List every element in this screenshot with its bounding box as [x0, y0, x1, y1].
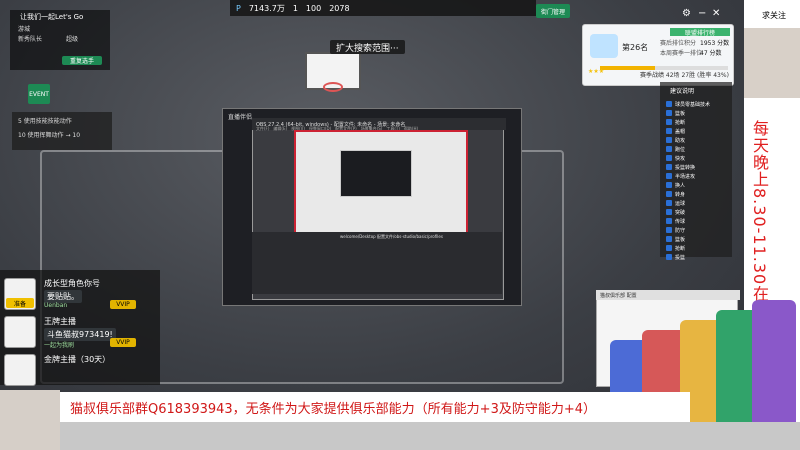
- chat-name: 王牌主播: [44, 317, 76, 326]
- chat-name: 成长型角色你号: [44, 279, 100, 288]
- club-manage-button[interactable]: 街门管理: [536, 4, 570, 18]
- event-list-title: 建议说明: [670, 88, 695, 95]
- resource-bar: P 7143.7万 1 100 2078: [230, 0, 536, 16]
- coins-value: 7143.7万: [248, 3, 285, 13]
- chat-name: 金牌主播（30天）: [44, 355, 111, 364]
- close-icon[interactable]: ✕: [712, 8, 722, 19]
- event-item[interactable]: 投篮: [660, 251, 738, 263]
- rank-stat-2-value: 47 分数: [700, 50, 722, 57]
- cat-photo-left: [0, 390, 60, 450]
- repeat-player-button[interactable]: 重复选手: [62, 56, 102, 65]
- event-button[interactable]: EVENT: [28, 84, 50, 104]
- label-2: 新秀队长: [18, 36, 43, 43]
- vip-badge: VVIP: [110, 300, 136, 309]
- vip-badge: VVIP: [110, 338, 136, 347]
- value-2: 1: [292, 3, 298, 13]
- label-1: 游城: [18, 26, 31, 33]
- chat-avatar: [4, 354, 36, 386]
- ready-badge: 准备: [6, 298, 34, 308]
- value-4: 2078: [329, 3, 350, 13]
- greeting: 让我们一起Let's Go: [20, 13, 84, 21]
- skill-line-2: 10 使用挥舞动作 → 10: [18, 132, 81, 139]
- recording-window-title: 直播伴侣: [228, 114, 253, 121]
- obs-path: welcome/Desktop 配置文件/obs-studio/basic/pr…: [340, 234, 443, 239]
- rank-label: 第26名: [622, 43, 649, 52]
- rank-footer: 赛季战绩 42场 27胜 (胜率 43%): [640, 72, 729, 79]
- rank-badge-icon: [590, 34, 618, 58]
- chat-avatar: [4, 316, 36, 348]
- obs-controls: [252, 232, 502, 294]
- rank-stat-1-value: 1953 分数: [700, 40, 730, 47]
- club-banner: 猫叔俱乐部群Q618393943，无条件为大家提供俱乐部能力（所有能力+3及防守…: [60, 392, 690, 422]
- rank-stat-2: 本周赛季一排位: [660, 50, 703, 57]
- basketball-rim: [323, 82, 343, 92]
- config-window-title: 猫叔俱乐部 配置: [596, 290, 740, 300]
- event-dot-icon: [666, 254, 672, 260]
- search-range-hint: 扩大搜索范围···: [330, 40, 405, 54]
- menu-file[interactable]: 文件(F): [256, 126, 269, 132]
- label-3: 超级: [66, 36, 79, 43]
- cat-photo-right: [744, 28, 800, 98]
- p-icon: P: [236, 3, 241, 13]
- menu-edit[interactable]: 编辑(E): [273, 126, 287, 132]
- gear-icon[interactable]: ⚙: [682, 8, 692, 19]
- player-panel: 让我们一起Let's Go 游城 新秀队长 超级 重复选手: [10, 10, 110, 70]
- chat-footer: Uenban: [44, 302, 68, 309]
- rank-stars: ★★★: [588, 68, 605, 75]
- chat-footer: 一起为我刷: [44, 342, 75, 349]
- obs-mini-preview: [340, 150, 412, 197]
- rank-stat-1: 赛后排位积分: [660, 40, 697, 47]
- value-3: 100: [305, 3, 322, 13]
- skill-list: 5 使用技能技能动作 10 使用挥舞动作 → 10: [12, 112, 112, 150]
- minimize-icon[interactable]: −: [698, 8, 708, 19]
- rank-header: 联盟排行榜: [670, 28, 730, 37]
- skill-line-1: 5 使用技能技能动作: [18, 118, 72, 125]
- follow-text: 求关注: [762, 11, 786, 20]
- footer-strip: [0, 422, 800, 450]
- event-item-label: 投篮: [675, 254, 686, 261]
